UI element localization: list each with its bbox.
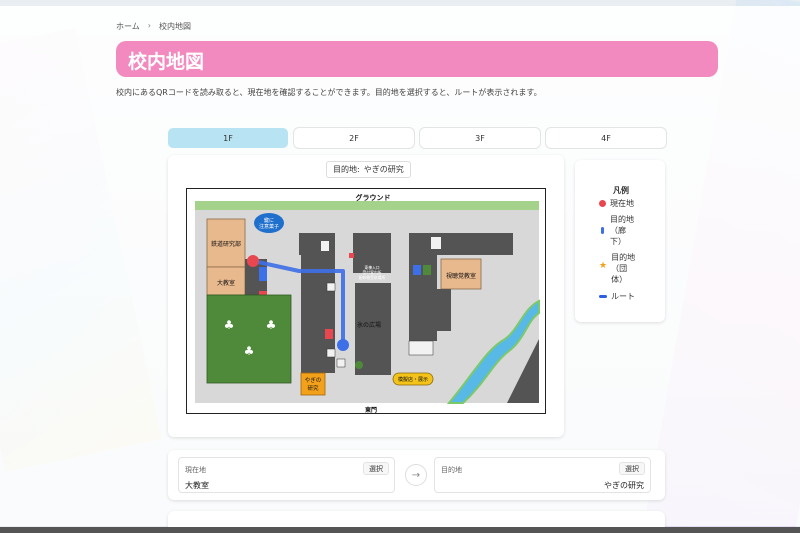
restroom-icon-3 (325, 329, 333, 339)
location-selector: 現在地 大教室 選択 → 目的地 やぎの研究 選択 (168, 450, 665, 500)
red-dot-icon (599, 200, 606, 207)
star-icon: ★ (599, 261, 608, 271)
plaza-label: 氷の広場 (357, 321, 381, 329)
legend-text-group-2: （団 (611, 264, 628, 273)
breadcrumb: ホーム › 校内地図 (116, 21, 191, 32)
legend-item-dest-corridor: 目的地 （廊 下） (599, 214, 634, 247)
restroom-icon-1 (259, 267, 267, 281)
right-building-west (409, 233, 437, 341)
breadcrumb-home-link[interactable]: ホーム (116, 21, 140, 32)
current-location-label: 現在地 (185, 466, 206, 474)
legend-text-group-1: 目的地 (611, 253, 636, 262)
legend-text-current: 現在地 (610, 199, 634, 208)
destination-select-button[interactable]: 選択 (619, 462, 645, 475)
title-banner: 校内地図 (116, 41, 718, 77)
current-location-value: 大教室 (185, 481, 209, 490)
east-building-main (355, 283, 391, 375)
ground-area (195, 201, 539, 210)
tree-icon-3: ♣ (244, 344, 255, 358)
accessible-restroom-1 (321, 241, 329, 251)
info-dot (349, 253, 354, 258)
campus-map[interactable]: グラウンド 鉄道研究部 大教室 ♣ ♣ ♣ 鍵に 注意菓子 やぎの 研究 東棟入… (186, 188, 546, 414)
floor-tab-3f[interactable]: 3F (420, 128, 540, 148)
legend-text-group-3: 体） (611, 275, 628, 284)
destination-name: やぎの研究 (363, 165, 404, 174)
destination-box[interactable]: 目的地 やぎの研究 選択 (434, 457, 651, 493)
entrance-line-3: 配布物受取場所 (359, 275, 386, 280)
stairs-icon-3 (336, 358, 346, 368)
main-page: ホーム › 校内地図 校内地図 校内にあるQRコードを読み取ると、現在地を確認す… (0, 6, 800, 533)
speech-line-1: 鍵に (264, 217, 274, 224)
legend-item-dest-group: ★ 目的地 （団 体） (599, 252, 635, 285)
av-room-label: 視聴覚教室 (446, 272, 476, 280)
destination-dot (337, 339, 349, 351)
yagi-lab-line-2: 研究 (307, 384, 319, 392)
legend-item-current: 現在地 (599, 198, 634, 209)
railway-club-label: 鉄道研究部 (211, 240, 241, 248)
restroom-icon-4 (413, 265, 421, 275)
legend-card: 凡例 現在地 目的地 （廊 下） ★ 目的地 （団 体） ルート (575, 160, 665, 322)
legend-text-route: ルート (611, 292, 635, 301)
destination-prefix: 目的地: (333, 165, 360, 174)
current-location-dot (247, 255, 259, 267)
stairs-icon-4 (408, 340, 434, 356)
legend-text-dest-2: （廊 (610, 226, 626, 235)
page-title: 校内地図 (128, 51, 205, 73)
tree-icon-1: ♣ (224, 318, 235, 332)
window-bottom-bar (0, 527, 800, 533)
current-location-select-button[interactable]: 選択 (363, 462, 389, 475)
floor-tabs: 1F 2F 3F 4F (168, 128, 666, 148)
center-building-top (299, 233, 335, 255)
blue-marker-icon (601, 227, 604, 234)
right-building-north (437, 233, 513, 255)
current-location-box[interactable]: 現在地 大教室 選択 (178, 457, 395, 493)
floor-tab-1f[interactable]: 1F (168, 128, 288, 148)
breadcrumb-current: 校内地図 (158, 22, 191, 31)
speech-line-2: 注意菓子 (259, 223, 279, 230)
stairs-icon-1 (326, 282, 336, 292)
big-classroom-label: 大教室 (217, 279, 235, 287)
floor-tab-4f[interactable]: 4F (546, 128, 666, 148)
tree-icon-2: ♣ (266, 318, 277, 332)
legend-title: 凡例 (613, 186, 629, 195)
restroom-icon-5 (423, 265, 431, 275)
plaza-marker (355, 361, 363, 369)
route-line-icon (599, 295, 607, 298)
destination-pill: 目的地: やぎの研究 (326, 161, 411, 178)
destination-value: やぎの研究 (604, 481, 644, 490)
legend-text-dest-3: 下） (610, 237, 626, 246)
accessible-restroom-2 (431, 237, 441, 249)
breadcrumb-separator: › (147, 21, 151, 30)
yagi-lab-line-1: やぎの (305, 376, 322, 384)
lawn-area (206, 294, 292, 384)
stairs-icon-2 (326, 348, 336, 358)
arrow-right-icon[interactable]: → (405, 464, 427, 486)
floor-tab-2f[interactable]: 2F (294, 128, 414, 148)
ground-label: グラウンド (356, 193, 391, 202)
map-card: 目的地: やぎの研究 グラウンド 鉄道研究部 大教室 ♣ ♣ ♣ 鍵に 注意菓子… (168, 155, 564, 437)
east-gate-label: 東門 (365, 406, 377, 413)
info-sign-label: 模擬店・展示 (398, 376, 428, 383)
page-description: 校内にあるQRコードを読み取ると、現在地を確認することができます。目的地を選択す… (116, 88, 542, 97)
destination-label: 目的地 (441, 466, 462, 474)
legend-item-route: ルート (599, 291, 635, 302)
right-building-annex (437, 289, 451, 331)
legend-text-dest-1: 目的地 (610, 215, 634, 224)
